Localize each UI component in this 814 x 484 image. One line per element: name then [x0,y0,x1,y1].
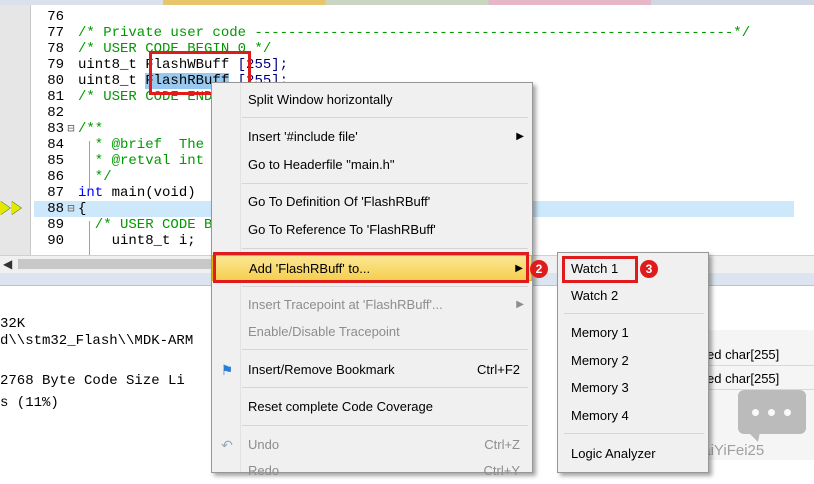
menu-item-undo[interactable]: ↶ Undo Ctrl+Z [212,432,532,458]
scroll-left-icon[interactable]: ◀ [3,257,12,271]
submenu-arrow-icon: ▶ [516,131,524,142]
highlight-box-watch-1 [562,256,638,283]
code-line: 86 */ [47,169,112,185]
submenu-arrow-icon: ▶ [516,299,524,310]
step-badge-3: 3 [640,260,658,278]
menu-item-go-to-definition[interactable]: Go To Definition Of 'FlashRBuff' [212,189,532,215]
menu-separator [242,349,528,350]
menu-item-split-window[interactable]: Split Window horizontally [212,87,532,113]
output-line: s (11%) [0,395,59,411]
submenu-item-memory-4[interactable]: Memory 4 [558,403,708,429]
add-to-submenu: Watch 1 Watch 2 Memory 1 Memory 2 Memory… [557,252,709,473]
submenu-item-memory-3[interactable]: Memory 3 [558,375,708,401]
code-line: 77/* Private user code -----------------… [47,25,751,41]
menu-separator [242,286,528,287]
menu-separator [564,313,704,314]
highlight-box-add-to [213,252,529,283]
undo-icon: ↶ [221,437,233,453]
submenu-item-memory-1[interactable]: Memory 1 [558,320,708,346]
output-line: d\\stm32_Flash\\MDK-ARM [0,333,194,349]
watch-row[interactable]: ed char[255] [701,368,814,390]
menu-item-insert-tracepoint[interactable]: Insert Tracepoint at 'FlashRBuff'... ▶ [212,292,532,318]
editor-margin [0,5,31,255]
fold-toggle-icon[interactable]: ⊟ [64,201,78,217]
menu-item-enable-disable-tracepoint[interactable]: Enable/Disable Tracepoint [212,319,532,345]
step-badge-2: 2 [530,260,548,278]
output-line: 2768 Byte Code Size Li [0,373,185,389]
code-line: 90 uint8_t i; [47,233,196,249]
code-line: 85 * @retval int [47,153,205,169]
menu-item-insert-include[interactable]: Insert '#include file' ▶ [212,124,532,150]
code-line: 76 [47,9,64,25]
fold-toggle-icon[interactable]: ⊟ [64,121,78,137]
code-line: 87 int main(void) [47,185,196,201]
submenu-item-memory-2[interactable]: Memory 2 [558,348,708,374]
menu-separator [242,117,528,118]
code-line: 83 ⊟/** [47,121,104,137]
menu-separator [242,183,528,184]
watch-row[interactable]: ed char[255] [701,344,814,366]
menu-item-reset-coverage[interactable]: Reset complete Code Coverage [212,394,532,420]
menu-item-go-to-headerfile[interactable]: Go to Headerfile "main.h" [212,152,532,178]
menu-separator [242,425,528,426]
menu-item-go-to-reference[interactable]: Go To Reference To 'FlashRBuff' [212,217,532,243]
output-line: 32K [0,316,26,332]
menu-separator [242,387,528,388]
csdn-logo-icon [738,390,806,442]
submenu-item-watch-2[interactable]: Watch 2 [558,283,708,309]
submenu-item-logic-analyzer[interactable]: Logic Analyzer [558,441,708,467]
bookmark-flag-icon: ⚑ [220,362,234,378]
code-line: 82 [47,105,64,121]
menu-item-redo[interactable]: Redo Ctrl+Y [212,458,532,484]
execution-pointer-icon [0,201,22,217]
menu-item-bookmark[interactable]: ⚑ Insert/Remove Bookmark Ctrl+F2 [212,357,532,383]
menu-separator [242,248,528,249]
menu-separator [564,433,704,434]
